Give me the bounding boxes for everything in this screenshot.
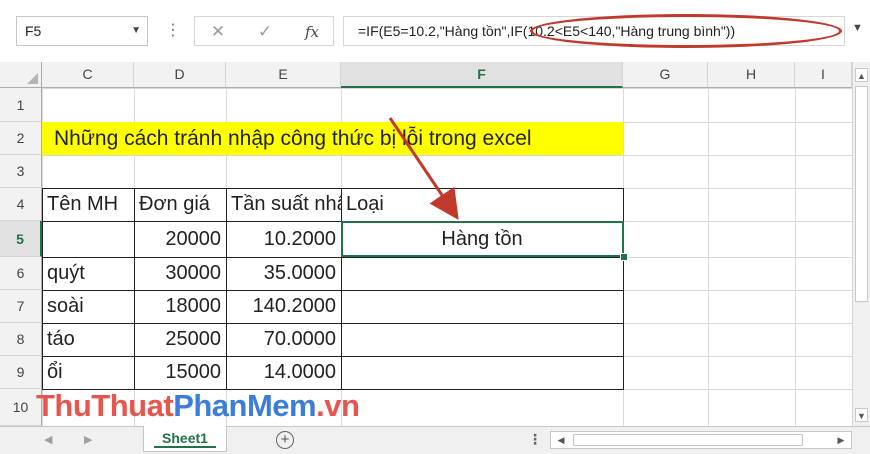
row-header-6[interactable]: 6 (0, 257, 42, 290)
row-header-1[interactable]: 1 (0, 88, 42, 122)
table-cell[interactable] (341, 356, 623, 389)
column-header-d[interactable]: D (134, 62, 226, 88)
select-all-corner[interactable] (0, 62, 42, 88)
sheet-title: Những cách tránh nhập công thức bị lỗi t… (54, 127, 532, 150)
formula-buttons: ✕ ✓ fx (194, 16, 334, 46)
table-cell[interactable] (341, 323, 623, 356)
table-border (134, 188, 135, 390)
table-border (42, 257, 624, 258)
chevron-down-icon[interactable]: ▼ (131, 25, 141, 36)
table-cell[interactable] (341, 257, 623, 290)
table-cell[interactable]: 25000 (134, 323, 226, 356)
table-cell[interactable]: 15000 (134, 356, 226, 389)
formula-bar: F5 ▼ ⋮ ✕ ✓ fx =IF(E5=10.2,"Hàng tồn",IF(… (0, 0, 870, 62)
add-sheet-icon[interactable]: + (276, 431, 294, 449)
next-sheet-icon[interactable]: ▶ (84, 433, 92, 446)
vertical-dots-icon[interactable]: ⋮ (528, 431, 542, 448)
column-header-g[interactable]: G (623, 62, 708, 88)
scroll-up-icon[interactable]: ▲ (855, 68, 868, 82)
row-header-7[interactable]: 7 (0, 290, 42, 323)
row-header-5[interactable]: 5 (0, 221, 42, 257)
table-border (42, 188, 43, 390)
gridline (42, 155, 852, 156)
row-header-2[interactable]: 2 (0, 122, 42, 155)
sheet-tab-sheet1[interactable]: Sheet1 (143, 426, 227, 452)
table-cell[interactable]: 14.0000 (226, 356, 341, 389)
table-border (42, 323, 624, 324)
table-border (623, 188, 624, 390)
table-cell[interactable]: 140.2000 (226, 290, 341, 323)
insert-function-icon[interactable]: fx (299, 21, 325, 43)
table-cell[interactable]: 70.0000 (226, 323, 341, 356)
scroll-down-icon[interactable]: ▼ (855, 408, 868, 422)
fill-handle[interactable] (620, 253, 628, 261)
table-cell[interactable]: táo (42, 323, 134, 356)
table-cell[interactable]: 30000 (134, 257, 226, 290)
vertical-dots-icon: ⋮ (165, 22, 181, 39)
annotation-ellipse (530, 14, 842, 48)
column-header-c[interactable]: C (42, 62, 134, 88)
table-border (341, 188, 342, 390)
table-border (42, 188, 624, 189)
row-header-3[interactable]: 3 (0, 155, 42, 188)
table-cell[interactable]: 35.0000 (226, 257, 341, 290)
name-box-value: F5 (25, 23, 42, 39)
watermark-logo: ThuThuatPhanMem.vn (36, 388, 360, 423)
vertical-scrollbar[interactable]: ▲ ▼ (852, 62, 870, 426)
horizontal-scroll-thumb[interactable] (573, 434, 803, 446)
name-box[interactable]: F5 ▼ (16, 16, 148, 46)
row-header-4[interactable]: 4 (0, 188, 42, 221)
row-header-9[interactable]: 9 (0, 356, 42, 389)
sheet-tab-bar: ◀ ▶ Sheet1 + ⋮ ◀ ▶ (0, 426, 870, 454)
table-border (226, 188, 227, 390)
row-header-8[interactable]: 8 (0, 323, 42, 356)
table-cell[interactable]: quýt (42, 257, 134, 290)
column-header-f[interactable]: F (341, 62, 623, 88)
table-cell[interactable]: 20000 (134, 221, 226, 257)
column-header-e[interactable]: E (226, 62, 341, 88)
table-cell[interactable]: 10.2000 (226, 221, 341, 257)
column-header-h[interactable]: H (708, 62, 795, 88)
table-header-cell[interactable]: Tần suất nhậ (226, 188, 341, 221)
table-cell[interactable] (341, 290, 623, 323)
table-cell[interactable]: ổi (42, 356, 134, 389)
check-icon[interactable]: ✓ (252, 21, 278, 43)
selected-cell-f5[interactable] (341, 221, 624, 257)
table-border (42, 356, 624, 357)
table-header-cell[interactable]: Tên MH (42, 188, 134, 221)
scroll-left-icon[interactable]: ◀ (553, 432, 569, 448)
table-header-cell[interactable]: Loại (341, 188, 623, 221)
horizontal-scrollbar[interactable]: ◀ ▶ (550, 431, 852, 449)
expand-formula-icon[interactable]: ▼ (852, 22, 863, 34)
table-header-cell[interactable]: Đơn giá (134, 188, 226, 221)
sheet-tab-label: Sheet1 (162, 430, 208, 446)
prev-sheet-icon[interactable]: ◀ (44, 433, 52, 446)
table-cell[interactable] (42, 221, 134, 257)
column-header-i[interactable]: I (795, 62, 852, 88)
cancel-icon[interactable]: ✕ (205, 21, 231, 43)
scroll-right-icon[interactable]: ▶ (833, 432, 849, 448)
table-border (42, 290, 624, 291)
vertical-scroll-thumb[interactable] (855, 86, 868, 302)
table-cell[interactable]: 18000 (134, 290, 226, 323)
table-cell[interactable]: soài (42, 290, 134, 323)
